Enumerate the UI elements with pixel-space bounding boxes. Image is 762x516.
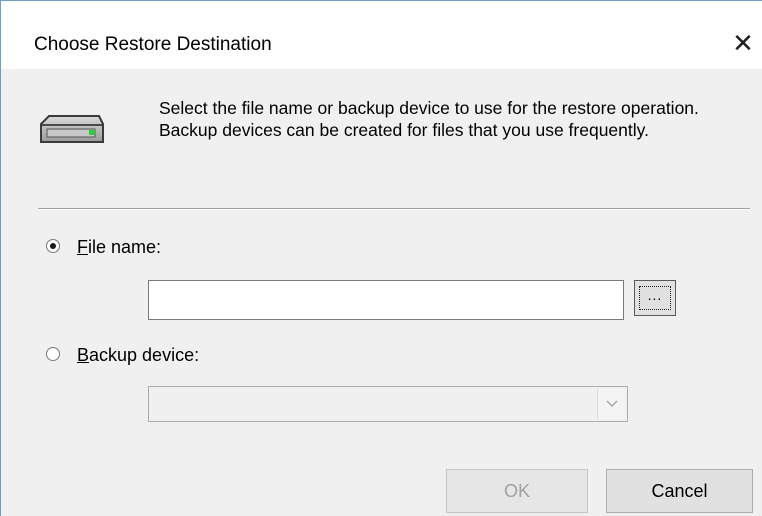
browse-button[interactable]: ... (634, 280, 676, 316)
close-icon: ✕ (732, 28, 754, 58)
file-name-radio[interactable] (46, 239, 60, 253)
cancel-button[interactable]: Cancel (606, 469, 753, 513)
browse-button-label: ... (639, 286, 671, 310)
ok-button[interactable]: OK (446, 469, 588, 513)
file-name-input[interactable] (148, 280, 624, 320)
backup-device-label[interactable]: Backup device: (77, 345, 199, 366)
description-text: Select the file name or backup device to… (159, 98, 699, 140)
backup-device-radio[interactable] (46, 347, 60, 361)
backup-device-icon (40, 115, 104, 143)
divider (38, 208, 750, 210)
dropdown-arrow-icon[interactable] (597, 389, 625, 419)
radio-selected-dot (50, 243, 56, 249)
title-bar: Choose Restore Destination ✕ (1, 1, 762, 69)
close-button[interactable]: ✕ (729, 29, 757, 57)
file-name-label[interactable]: File name: (77, 237, 161, 258)
restore-destination-dialog: Choose Restore Destination ✕ Select the … (0, 0, 762, 516)
dialog-title: Choose Restore Destination (34, 34, 272, 55)
backup-device-select[interactable] (148, 386, 628, 422)
